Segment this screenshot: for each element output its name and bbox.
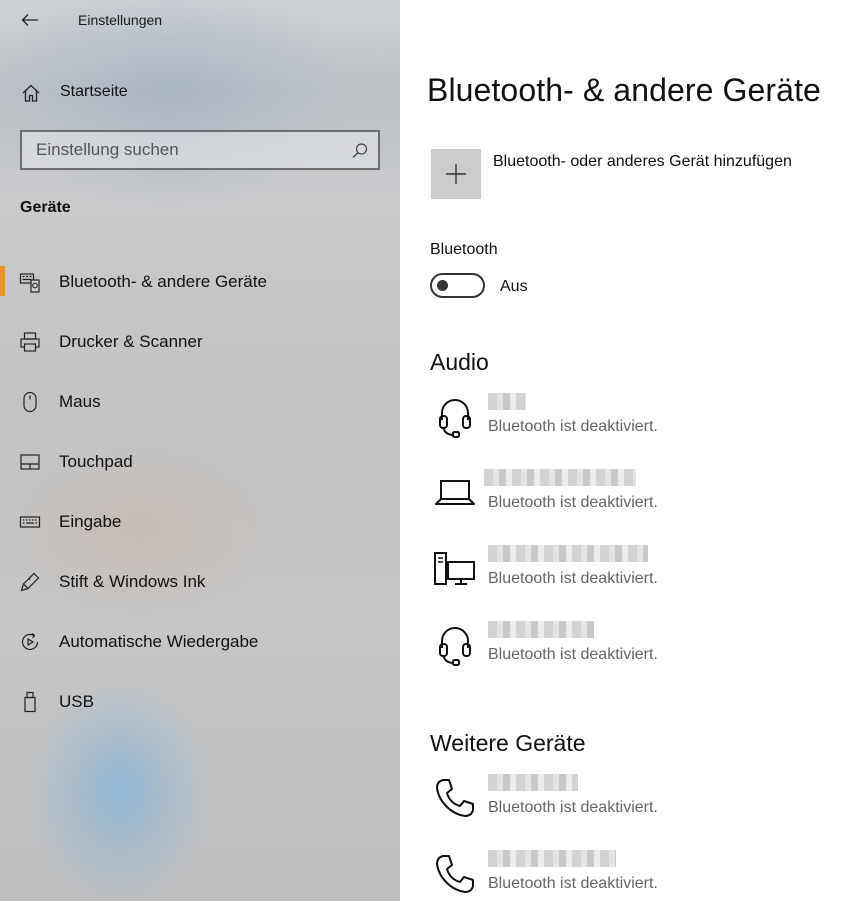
search-box[interactable] [20,130,380,170]
sidebar-item-label: Stift & Windows Ink [59,572,206,591]
audio-device-1[interactable]: Bluetooth ist deaktiviert. [430,392,850,454]
sidebar-item-home[interactable]: Startseite [0,72,400,112]
desktop-computer-icon [430,544,480,594]
sidebar-item-label: Automatische Wiedergabe [59,632,259,651]
search-icon[interactable] [350,141,370,161]
audio-section-title: Audio [430,349,489,375]
add-device-label: Bluetooth- oder anderes Gerät hinzufügen [493,153,792,170]
sidebar-item-usb[interactable]: USB [0,672,400,732]
sidebar-item-label: Maus [59,392,101,411]
device-status: Bluetooth ist deaktiviert. [488,799,658,816]
pen-icon [18,570,42,594]
device-status: Bluetooth ist deaktiviert. [488,570,658,587]
device-status: Bluetooth ist deaktiviert. [488,875,658,892]
audio-device-3[interactable]: Bluetooth ist deaktiviert. [430,544,850,606]
bluetooth-label: Bluetooth [430,241,498,258]
sidebar-item-label: Drucker & Scanner [59,332,203,351]
search-input[interactable] [22,132,342,168]
device-status: Bluetooth ist deaktiviert. [488,418,658,435]
touchpad-icon [18,450,42,474]
autoplay-icon [18,630,42,654]
other-device-2[interactable]: Bluetooth ist deaktiviert. [430,849,850,901]
page-title: Bluetooth- & andere Geräte [427,72,821,108]
back-button[interactable] [14,6,46,34]
sidebar-item-input[interactable]: Eingabe [0,492,400,552]
keyboard-icon [18,510,42,534]
sidebar-item-printers[interactable]: Drucker & Scanner [0,312,400,372]
sidebar: Einstellungen Startseite Geräte [0,0,400,901]
back-arrow-icon [21,14,38,26]
sidebar-item-label: Eingabe [59,512,122,531]
section-title: Geräte [20,199,71,216]
sidebar-item-mouse[interactable]: Maus [0,372,400,432]
printer-icon [18,330,42,354]
active-indicator [0,266,5,296]
sidebar-item-label: Bluetooth- & andere Geräte [59,272,267,291]
add-tile[interactable] [431,149,481,199]
sidebar-item-pen[interactable]: Stift & Windows Ink [0,552,400,612]
usb-icon [18,690,42,714]
other-device-1[interactable]: Bluetooth ist deaktiviert. [430,773,850,835]
mouse-icon [18,390,42,414]
main-content: Bluetooth- & andere Geräte Bluetooth- od… [400,0,861,901]
sidebar-item-label: Touchpad [59,452,133,471]
device-name-redacted [488,545,648,562]
app-title: Einstellungen [78,12,163,28]
audio-device-2[interactable]: Bluetooth ist deaktiviert. [430,468,850,530]
laptop-icon [430,468,480,518]
headset-icon [430,620,480,670]
sidebar-item-label: Startseite [60,83,128,100]
device-name-redacted [488,774,578,791]
device-name-redacted [488,393,526,410]
phone-icon [430,773,480,823]
audio-device-4[interactable]: Bluetooth ist deaktiviert. [430,620,850,682]
device-status: Bluetooth ist deaktiviert. [488,494,658,511]
sidebar-item-autoplay[interactable]: Automatische Wiedergabe [0,612,400,672]
home-icon [20,82,42,104]
phone-icon [430,849,480,899]
plus-icon [446,164,466,184]
headset-icon [430,392,480,442]
sidebar-nav: Bluetooth- & andere Geräte Drucker & Sca… [0,252,400,732]
toggle-knob [437,280,448,291]
sidebar-item-bluetooth[interactable]: Bluetooth- & andere Geräte [0,252,400,312]
bluetooth-state-label: Aus [500,278,528,295]
bluetooth-toggle[interactable] [430,273,485,298]
device-name-redacted [488,621,594,638]
other-devices-section-title: Weitere Geräte [430,730,586,756]
sidebar-item-label: USB [59,692,94,711]
device-name-redacted [484,469,636,486]
title-bar: Einstellungen [0,0,400,40]
bluetooth-devices-icon [18,270,42,294]
add-device-button[interactable]: Bluetooth- oder anderes Gerät hinzufügen [431,149,851,201]
device-name-redacted [488,850,616,867]
sidebar-item-touchpad[interactable]: Touchpad [0,432,400,492]
device-status: Bluetooth ist deaktiviert. [488,646,658,663]
